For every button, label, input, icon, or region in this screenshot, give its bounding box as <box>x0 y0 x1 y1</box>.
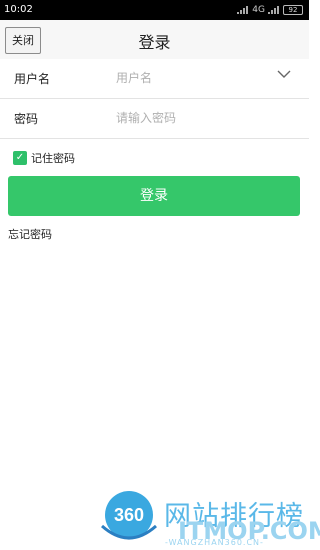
username-label: 用户名 <box>14 72 51 86</box>
username-row: 用户名 <box>0 59 309 99</box>
status-time: 10:02 <box>4 4 33 15</box>
remember-checkbox[interactable]: ✓ <box>13 151 27 165</box>
network-type: 4G <box>252 5 265 15</box>
watermark-logo-text: 360 <box>114 505 144 525</box>
password-label: 密码 <box>14 112 39 126</box>
signal-icon <box>237 6 249 14</box>
chevron-down-icon[interactable] <box>277 70 291 79</box>
remember-password-toggle[interactable]: ✓ 记住密码 <box>13 150 75 166</box>
login-button[interactable]: 登录 <box>8 176 300 216</box>
header-bar: 关闭 登录 <box>0 20 309 60</box>
password-row: 密码 <box>0 99 309 139</box>
page-title: 登录 <box>138 33 171 52</box>
signal-icon-2 <box>268 6 280 14</box>
battery-icon: 92 <box>283 5 303 15</box>
watermark-logo: 360 <box>101 491 157 540</box>
forgot-password-link[interactable]: 忘记密码 <box>8 226 52 242</box>
username-input[interactable] <box>116 67 266 89</box>
status-bar: 10:02 4G 92 <box>0 0 309 20</box>
status-indicators: 4G 92 <box>237 3 303 17</box>
watermark-subtitle: -WANGZHAN360.CN- <box>165 538 264 547</box>
remember-label: 记住密码 <box>31 152 75 165</box>
password-input[interactable] <box>116 107 266 129</box>
